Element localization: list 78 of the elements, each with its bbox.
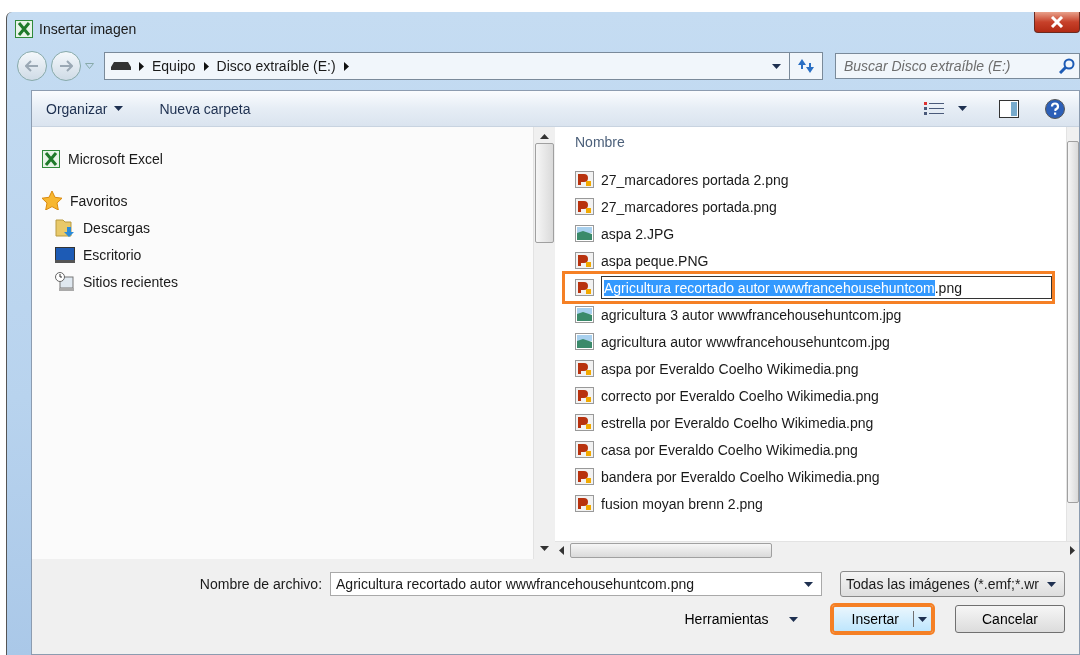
view-options-icon[interactable] <box>924 101 944 116</box>
forward-arrow-icon <box>59 60 73 72</box>
spreadsheet-icon <box>15 20 33 38</box>
file-item[interactable]: aspa por Everaldo Coelho Wikimedia.png <box>601 360 859 377</box>
file-item[interactable]: correcto por Everaldo Coelho Wikimedia.png <box>601 387 879 404</box>
image-file-icon <box>575 360 594 377</box>
drive-icon <box>111 62 131 70</box>
clock-screen-icon <box>55 271 75 292</box>
address-bar[interactable]: Equipo Disco extraíble (E:) <box>104 52 823 80</box>
chevron-icon <box>203 61 209 71</box>
back-arrow-icon <box>25 60 39 72</box>
refresh-icon[interactable] <box>796 57 816 75</box>
breadcrumb[interactable]: Disco extraíble (E:) <box>216 58 336 74</box>
preview-pane-icon[interactable] <box>999 99 1019 118</box>
file-item[interactable]: 27_marcadores portada 2.png <box>601 171 789 188</box>
file-item[interactable]: fusion moyan brenn 2.png <box>601 495 763 512</box>
picture-file-icon <box>575 333 594 350</box>
file-item[interactable]: bandera por Everaldo Coelho Wikimedia.png <box>601 468 880 485</box>
tools-button[interactable]: Herramientas <box>678 610 804 628</box>
caret-icon <box>918 616 927 622</box>
organize-button[interactable]: Organizar <box>46 98 124 119</box>
image-file-icon <box>575 387 594 404</box>
nav-item[interactable]: Favoritos <box>70 192 128 209</box>
caret-icon <box>114 106 124 111</box>
file-item[interactable]: aspa peque.PNG <box>601 252 709 269</box>
image-file-icon <box>575 495 594 512</box>
nav-item[interactable]: Sitios recientes <box>83 273 178 290</box>
caret-icon <box>788 616 798 622</box>
nav-item[interactable]: Escritorio <box>83 246 142 263</box>
file-item[interactable]: casa por Everaldo Coelho Wikimedia.png <box>601 441 858 458</box>
star-icon <box>42 191 62 210</box>
filename-field[interactable]: Agricultura recortado autor wwwfrancehousehuntcom.png <box>330 572 823 596</box>
file-item[interactable]: agricultura 3 autor wwwfrancehousehuntcom.jpg <box>601 306 902 323</box>
scroll-right-icon[interactable] <box>1070 546 1075 555</box>
cancel-button[interactable]: Cancelar <box>955 605 1065 633</box>
scroll-thumb[interactable] <box>1067 141 1079 503</box>
insert-button[interactable]: Insertar <box>831 605 933 633</box>
scroll-left-icon[interactable] <box>559 546 564 555</box>
nav-item[interactable]: Microsoft Excel <box>68 150 163 167</box>
filename-label: Nombre de archivo: <box>199 576 323 592</box>
file-item[interactable]: aspa 2.JPG <box>601 225 675 242</box>
file-type-dropdown[interactable]: Todas las imágenes (*.emf;*.wr <box>840 571 1065 597</box>
caret-icon <box>804 581 814 587</box>
rename-field[interactable]: Agricultura recortado autor wwwfrancehousehuntcom.png <box>601 276 1052 299</box>
close-icon <box>1050 16 1064 28</box>
dropdown-caret-icon <box>772 63 781 69</box>
search-field[interactable]: Buscar Disco extraíble (E:) <box>835 53 1080 79</box>
scroll-thumb[interactable] <box>535 143 554 243</box>
new-folder-button[interactable]: Nueva carpeta <box>159 98 251 119</box>
picture-file-icon <box>575 306 594 323</box>
help-icon[interactable] <box>1045 98 1065 119</box>
image-file-icon <box>575 198 594 215</box>
folder-download-icon <box>55 217 75 238</box>
scroll-thumb[interactable] <box>570 543 772 558</box>
image-file-icon <box>575 468 594 485</box>
view-caret-icon <box>958 106 967 111</box>
file-item[interactable]: agricultura autor wwwfrancehousehuntcom.jpg <box>601 333 890 350</box>
close-button[interactable] <box>1034 12 1080 33</box>
column-header[interactable]: Nombre <box>575 127 1066 157</box>
image-file-icon <box>575 414 594 431</box>
spreadsheet-icon <box>42 149 60 168</box>
search-icon[interactable] <box>1059 58 1075 74</box>
picture-file-icon <box>575 225 594 242</box>
window-title: Insertar imagen <box>39 21 138 37</box>
scroll-up-icon[interactable] <box>540 134 549 139</box>
caret-icon <box>1047 581 1056 587</box>
image-file-icon <box>575 279 594 296</box>
chevron-icon <box>343 61 349 71</box>
file-item[interactable]: 27_marcadores portada.png <box>601 198 777 215</box>
monitor-icon <box>55 245 75 264</box>
image-file-icon <box>575 252 594 269</box>
image-file-icon <box>575 171 594 188</box>
scroll-down-icon[interactable] <box>540 546 549 551</box>
file-item[interactable]: estrella por Everaldo Coelho Wikimedia.png <box>601 414 874 431</box>
image-file-icon <box>575 441 594 458</box>
breadcrumb[interactable]: Equipo <box>152 58 196 74</box>
nav-item[interactable]: Descargas <box>83 219 150 236</box>
chevron-icon <box>139 61 144 71</box>
